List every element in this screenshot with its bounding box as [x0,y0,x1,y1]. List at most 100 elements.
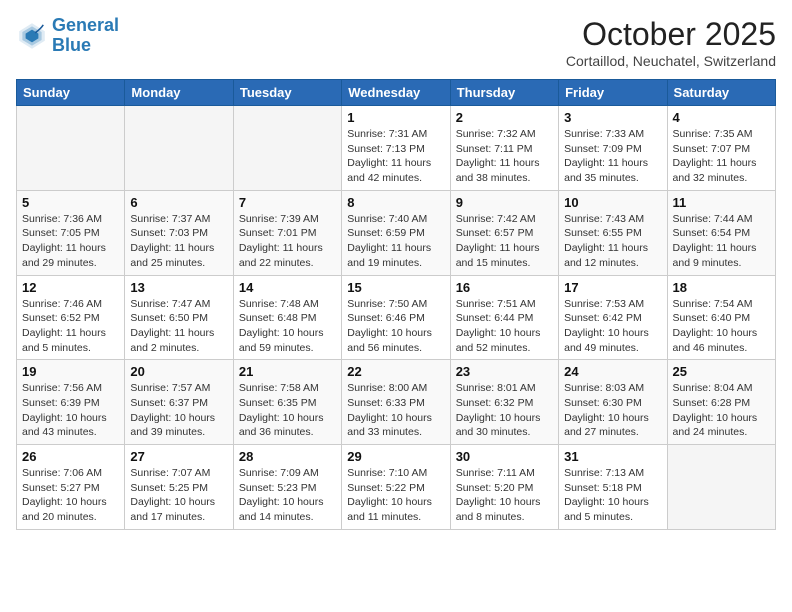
calendar-day-cell: 9 Sunrise: 7:42 AMSunset: 6:57 PMDaylight… [450,190,558,275]
day-detail: Sunrise: 7:37 AMSunset: 7:03 PMDaylight:… [130,212,227,271]
day-detail: Sunrise: 7:58 AMSunset: 6:35 PMDaylight:… [239,381,336,440]
day-detail: Sunrise: 8:01 AMSunset: 6:32 PMDaylight:… [456,381,553,440]
calendar-day-cell: 7 Sunrise: 7:39 AMSunset: 7:01 PMDaylight… [233,190,341,275]
day-number: 5 [22,195,119,210]
day-detail: Sunrise: 7:56 AMSunset: 6:39 PMDaylight:… [22,381,119,440]
day-detail: Sunrise: 7:43 AMSunset: 6:55 PMDaylight:… [564,212,661,271]
day-detail: Sunrise: 7:47 AMSunset: 6:50 PMDaylight:… [130,297,227,356]
weekday-header: Sunday [17,80,125,106]
day-number: 31 [564,449,661,464]
day-detail: Sunrise: 7:46 AMSunset: 6:52 PMDaylight:… [22,297,119,356]
day-detail: Sunrise: 7:44 AMSunset: 6:54 PMDaylight:… [673,212,770,271]
logo-icon [16,20,48,52]
calendar-day-cell [125,106,233,191]
weekday-header: Saturday [667,80,775,106]
calendar-day-cell: 25 Sunrise: 8:04 AMSunset: 6:28 PMDayligh… [667,360,775,445]
day-detail: Sunrise: 7:33 AMSunset: 7:09 PMDaylight:… [564,127,661,186]
day-detail: Sunrise: 8:00 AMSunset: 6:33 PMDaylight:… [347,381,444,440]
day-number: 25 [673,364,770,379]
day-detail: Sunrise: 7:50 AMSunset: 6:46 PMDaylight:… [347,297,444,356]
calendar-week-row: 1Sunrise: 7:31 AMSunset: 7:13 PMDaylight… [17,106,776,191]
day-detail: Sunrise: 7:48 AMSunset: 6:48 PMDaylight:… [239,297,336,356]
day-number: 6 [130,195,227,210]
day-number: 1 [347,110,444,125]
day-detail: Sunrise: 7:10 AMSunset: 5:22 PMDaylight:… [347,466,444,525]
calendar-day-cell: 14 Sunrise: 7:48 AMSunset: 6:48 PMDayligh… [233,275,341,360]
day-detail: Sunrise: 7:54 AMSunset: 6:40 PMDaylight:… [673,297,770,356]
day-number: 29 [347,449,444,464]
day-number: 20 [130,364,227,379]
title-block: October 2025 Cortaillod, Neuchatel, Swit… [566,16,776,69]
day-detail: Sunrise: 7:11 AMSunset: 5:20 PMDaylight:… [456,466,553,525]
calendar-week-row: 5 Sunrise: 7:36 AMSunset: 7:05 PMDaylight… [17,190,776,275]
calendar-day-cell: 4 Sunrise: 7:35 AMSunset: 7:07 PMDaylight… [667,106,775,191]
calendar-day-cell [17,106,125,191]
day-detail: Sunrise: 8:03 AMSunset: 6:30 PMDaylight:… [564,381,661,440]
calendar-day-cell: 1Sunrise: 7:31 AMSunset: 7:13 PMDaylight… [342,106,450,191]
day-number: 28 [239,449,336,464]
calendar-table: SundayMondayTuesdayWednesdayThursdayFrid… [16,79,776,530]
day-detail: Sunrise: 7:09 AMSunset: 5:23 PMDaylight:… [239,466,336,525]
day-number: 22 [347,364,444,379]
calendar-day-cell: 11 Sunrise: 7:44 AMSunset: 6:54 PMDayligh… [667,190,775,275]
calendar-day-cell: 5 Sunrise: 7:36 AMSunset: 7:05 PMDaylight… [17,190,125,275]
calendar-day-cell: 27Sunrise: 7:07 AMSunset: 5:25 PMDayligh… [125,445,233,530]
day-detail: Sunrise: 7:36 AMSunset: 7:05 PMDaylight:… [22,212,119,271]
calendar-day-cell: 16Sunrise: 7:51 AMSunset: 6:44 PMDayligh… [450,275,558,360]
calendar-day-cell: 2Sunrise: 7:32 AMSunset: 7:11 PMDaylight… [450,106,558,191]
day-number: 18 [673,280,770,295]
day-detail: Sunrise: 7:35 AMSunset: 7:07 PMDaylight:… [673,127,770,186]
location-subtitle: Cortaillod, Neuchatel, Switzerland [566,53,776,69]
calendar-day-cell: 6 Sunrise: 7:37 AMSunset: 7:03 PMDaylight… [125,190,233,275]
calendar-day-cell: 19 Sunrise: 7:56 AMSunset: 6:39 PMDayligh… [17,360,125,445]
calendar-day-cell: 23 Sunrise: 8:01 AMSunset: 6:32 PMDayligh… [450,360,558,445]
day-detail: Sunrise: 7:39 AMSunset: 7:01 PMDaylight:… [239,212,336,271]
day-detail: Sunrise: 7:42 AMSunset: 6:57 PMDaylight:… [456,212,553,271]
day-detail: Sunrise: 8:04 AMSunset: 6:28 PMDaylight:… [673,381,770,440]
calendar-day-cell: 24 Sunrise: 8:03 AMSunset: 6:30 PMDayligh… [559,360,667,445]
month-title: October 2025 [566,16,776,53]
day-number: 4 [673,110,770,125]
day-number: 23 [456,364,553,379]
day-number: 15 [347,280,444,295]
day-number: 24 [564,364,661,379]
calendar-day-cell: 31Sunrise: 7:13 AMSunset: 5:18 PMDayligh… [559,445,667,530]
page-header: General Blue October 2025 Cortaillod, Ne… [16,16,776,69]
calendar-day-cell: 17Sunrise: 7:53 AMSunset: 6:42 PMDayligh… [559,275,667,360]
day-number: 8 [347,195,444,210]
day-detail: Sunrise: 7:40 AMSunset: 6:59 PMDaylight:… [347,212,444,271]
day-number: 11 [673,195,770,210]
day-number: 19 [22,364,119,379]
logo-text: General Blue [52,16,119,56]
day-number: 9 [456,195,553,210]
calendar-day-cell: 21 Sunrise: 7:58 AMSunset: 6:35 PMDayligh… [233,360,341,445]
calendar-day-cell: 29 Sunrise: 7:10 AMSunset: 5:22 PMDayligh… [342,445,450,530]
day-number: 30 [456,449,553,464]
calendar-day-cell: 22 Sunrise: 8:00 AMSunset: 6:33 PMDayligh… [342,360,450,445]
calendar-day-cell: 8 Sunrise: 7:40 AMSunset: 6:59 PMDaylight… [342,190,450,275]
day-number: 21 [239,364,336,379]
day-number: 13 [130,280,227,295]
day-number: 17 [564,280,661,295]
day-number: 2 [456,110,553,125]
calendar-day-cell: 30 Sunrise: 7:11 AMSunset: 5:20 PMDayligh… [450,445,558,530]
weekday-header: Tuesday [233,80,341,106]
calendar-week-row: 26Sunrise: 7:06 AMSunset: 5:27 PMDayligh… [17,445,776,530]
day-number: 10 [564,195,661,210]
logo-line1: General [52,15,119,35]
day-number: 7 [239,195,336,210]
calendar-day-cell: 28 Sunrise: 7:09 AMSunset: 5:23 PMDayligh… [233,445,341,530]
calendar-day-cell: 18 Sunrise: 7:54 AMSunset: 6:40 PMDayligh… [667,275,775,360]
logo: General Blue [16,16,119,56]
calendar-day-cell: 15 Sunrise: 7:50 AMSunset: 6:46 PMDayligh… [342,275,450,360]
calendar-week-row: 12Sunrise: 7:46 AMSunset: 6:52 PMDayligh… [17,275,776,360]
calendar-day-cell: 12Sunrise: 7:46 AMSunset: 6:52 PMDayligh… [17,275,125,360]
day-number: 16 [456,280,553,295]
calendar-day-cell: 13 Sunrise: 7:47 AMSunset: 6:50 PMDayligh… [125,275,233,360]
calendar-day-cell [667,445,775,530]
day-number: 14 [239,280,336,295]
day-detail: Sunrise: 7:57 AMSunset: 6:37 PMDaylight:… [130,381,227,440]
calendar-day-cell: 10 Sunrise: 7:43 AMSunset: 6:55 PMDayligh… [559,190,667,275]
calendar-day-cell: 26Sunrise: 7:06 AMSunset: 5:27 PMDayligh… [17,445,125,530]
day-number: 27 [130,449,227,464]
